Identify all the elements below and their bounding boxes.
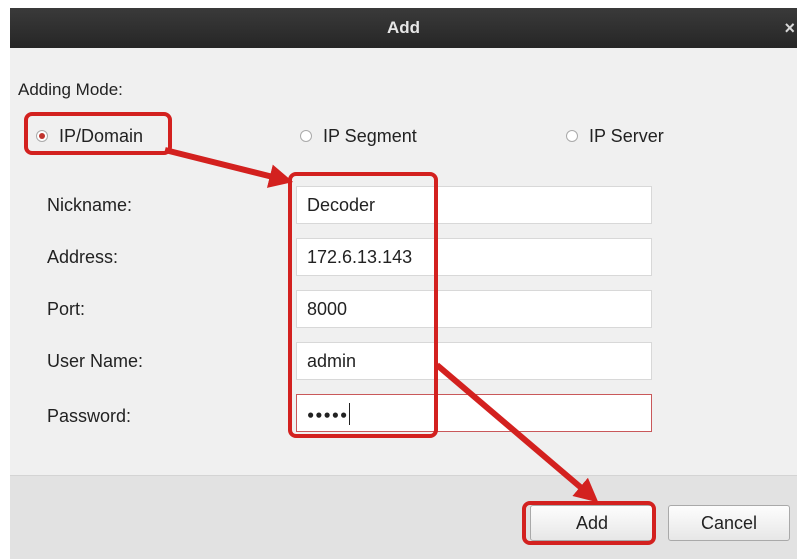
radio-ip-segment[interactable]: IP Segment bbox=[300, 122, 417, 150]
radio-ip-segment-label: IP Segment bbox=[323, 125, 417, 146]
username-field[interactable]: admin bbox=[296, 342, 652, 380]
close-icon[interactable]: × bbox=[784, 8, 795, 48]
adding-mode-label: Adding Mode: bbox=[18, 80, 123, 99]
add-button[interactable]: Add bbox=[530, 505, 654, 541]
radio-ip-server[interactable]: IP Server bbox=[566, 122, 664, 150]
radio-ip-domain-label: IP/Domain bbox=[59, 125, 144, 146]
radio-button-icon[interactable] bbox=[36, 130, 48, 142]
nickname-label: Nickname: bbox=[47, 195, 133, 215]
password-mask: ●●●●● bbox=[307, 407, 349, 422]
password-label: Password: bbox=[47, 406, 132, 426]
address-label: Address: bbox=[47, 247, 119, 267]
radio-ip-domain[interactable]: IP/Domain bbox=[36, 122, 143, 150]
text-caret bbox=[349, 403, 351, 426]
password-field[interactable]: ●●●●● bbox=[296, 394, 652, 432]
port-field[interactable]: 8000 bbox=[296, 290, 652, 328]
nickname-field[interactable]: Decoder bbox=[296, 186, 652, 224]
port-label: Port: bbox=[47, 299, 86, 319]
username-label: User Name: bbox=[47, 351, 144, 371]
dialog-titlebar: Add × bbox=[10, 8, 797, 48]
radio-button-icon[interactable] bbox=[300, 130, 312, 142]
address-field[interactable]: 172.6.13.143 bbox=[296, 238, 652, 276]
radio-button-icon[interactable] bbox=[566, 130, 578, 142]
radio-ip-server-label: IP Server bbox=[589, 125, 664, 146]
cancel-button[interactable]: Cancel bbox=[668, 505, 790, 541]
dialog-title: Add bbox=[386, 18, 421, 37]
